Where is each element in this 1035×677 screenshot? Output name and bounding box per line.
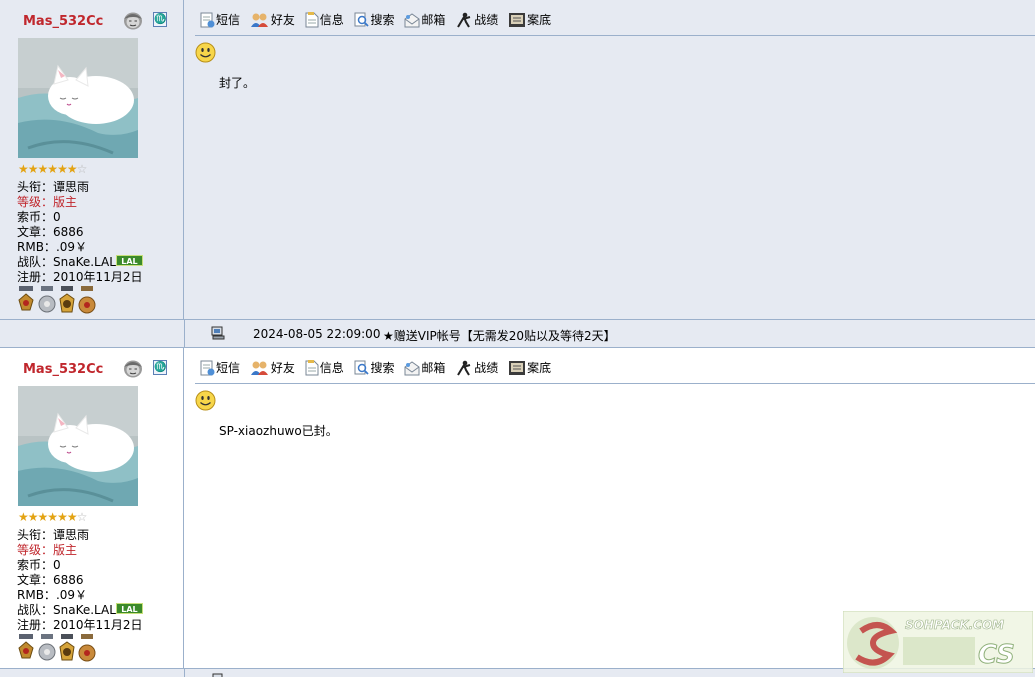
info-button[interactable]: 信息 <box>305 11 344 29</box>
friends-icon <box>250 13 268 27</box>
title-row: 头衔：谭思雨 <box>17 528 90 542</box>
star-icon: ★ <box>47 510 58 524</box>
registered-row: 注册：2010年11月2日 <box>17 270 143 284</box>
toolbar-divider <box>195 383 1035 384</box>
rmb-row: RMB：.09￥ <box>17 588 88 602</box>
star-icon: ★ <box>57 162 68 176</box>
smiley-icon <box>195 42 216 63</box>
medals-icon <box>18 286 96 314</box>
star-empty-icon: ☆ <box>76 162 88 176</box>
username-link[interactable]: Mas_532Cc <box>23 362 103 377</box>
medals-icon <box>18 634 96 662</box>
level-row: 等级：版主 <box>17 195 78 209</box>
archive-icon <box>509 361 526 375</box>
vip-promo-link[interactable]: ★赠送VIP帐号【无需发20贴以及等待2天】 <box>383 327 616 344</box>
star-icon: ★ <box>27 510 39 524</box>
info-button[interactable]: 信息 <box>305 359 344 377</box>
record-button[interactable]: 战绩 <box>455 11 498 29</box>
smiley-icon <box>195 390 216 411</box>
mail-icon <box>404 13 420 28</box>
friends-icon <box>250 361 268 375</box>
posts-count-row: 文章：6886 <box>17 225 84 239</box>
soldier-icon <box>457 360 471 376</box>
author-info: 头衔：谭思雨 等级：版主 索币：0 文章：6886 RMB：.09￥ 战队：Sn… <box>17 180 143 285</box>
svg-text:SOHPACK.COM: SOHPACK.COM <box>905 618 1004 632</box>
rank-stars: ★★★★★★☆ <box>18 162 88 176</box>
online-status-face-icon <box>124 12 142 30</box>
archive-icon <box>509 13 526 27</box>
svg-text:CS: CS <box>978 640 1015 670</box>
author-info: 头衔：谭思雨 等级：版主 索币：0 文章：6886 RMB：.09￥ 战队：Sn… <box>17 528 143 633</box>
username-link[interactable]: Mas_532Cc <box>23 14 103 29</box>
search-button[interactable]: 搜索 <box>354 359 395 377</box>
sms-icon <box>200 360 215 376</box>
coins-row: 索币：0 <box>17 210 61 224</box>
team-row: 战队：SnaKe.LAL LAL <box>17 603 143 618</box>
star-empty-icon: ☆ <box>76 510 88 524</box>
post-message: 封了。 <box>219 76 256 90</box>
post-date: 2024-08-05 22:09:00 <box>253 327 381 341</box>
title-row: 头衔：谭思雨 <box>17 180 90 194</box>
computer-icon <box>211 326 225 340</box>
rmb-row: RMB：.09￥ <box>17 240 88 254</box>
star-icon: ★ <box>18 162 29 176</box>
sohpack-cs-logo: SOHPACK.COM CS <box>843 611 1033 673</box>
add-friend-button[interactable]: 好友 <box>250 359 295 377</box>
rank-stars: ★★★★★★☆ <box>18 510 88 524</box>
computer-icon <box>212 673 223 677</box>
sms-button[interactable]: 短信 <box>199 359 240 377</box>
registered-row: 注册：2010年11月2日 <box>17 618 143 632</box>
avatar[interactable] <box>18 386 138 506</box>
mail-icon <box>404 361 420 376</box>
star-icon: ★ <box>18 510 29 524</box>
footer-divider <box>184 320 185 347</box>
online-status-face-icon <box>124 360 142 378</box>
post-1: Mas_532Cc ♏ ★★★★★★☆ 头衔：谭思雨 等级：版主 索币：0 文章… <box>0 0 1035 319</box>
archive-button[interactable]: 案底 <box>508 11 551 29</box>
mail-button[interactable]: 邮箱 <box>404 359 445 377</box>
search-icon <box>354 12 369 27</box>
avatar[interactable] <box>18 38 138 158</box>
level-row: 等级：版主 <box>17 543 78 557</box>
team-row: 战队：SnaKe.LAL LAL <box>17 255 143 270</box>
search-button[interactable]: 搜索 <box>354 11 395 29</box>
author-sidebar: Mas_532Cc ♏ ★★★★★★☆ 头衔：谭思雨 等级：版主 索币：0 文章… <box>0 348 184 668</box>
author-sidebar: Mas_532Cc ♏ ★★★★★★☆ 头衔：谭思雨 等级：版主 索币：0 文章… <box>0 0 184 319</box>
star-icon: ★ <box>66 510 78 524</box>
scorpio-zodiac-icon: ♏ <box>153 360 167 375</box>
post-message: SP-xiaozhuwo已封。 <box>219 424 338 438</box>
team-badge-icon: LAL <box>115 603 143 614</box>
team-badge-icon: LAL <box>115 255 143 266</box>
user-toolbar: 短信 好友 信息 搜索 邮箱 战绩 案底 <box>199 11 557 31</box>
scorpio-zodiac-icon: ♏ <box>153 12 167 27</box>
post-footer: 2024-08-05 22:09:00 ★赠送VIP帐号【无需发20贴以及等待2… <box>0 319 1035 348</box>
coins-row: 索币：0 <box>17 558 61 572</box>
mail-button[interactable]: 邮箱 <box>404 11 445 29</box>
soldier-icon <box>457 12 471 28</box>
star-icon: ★ <box>57 510 68 524</box>
archive-button[interactable]: 案底 <box>508 359 551 377</box>
user-toolbar: 短信 好友 信息 搜索 邮箱 战绩 案底 <box>199 359 557 379</box>
toolbar-divider <box>195 35 1035 36</box>
document-icon <box>305 360 319 376</box>
record-button[interactable]: 战绩 <box>455 359 498 377</box>
search-icon <box>354 360 369 375</box>
star-icon: ★ <box>27 162 39 176</box>
star-icon: ★ <box>66 162 78 176</box>
sms-icon <box>200 12 215 28</box>
star-icon: ★ <box>47 162 58 176</box>
star-icon: ★ <box>37 162 49 176</box>
posts-count-row: 文章：6886 <box>17 573 84 587</box>
footer-divider <box>184 669 185 677</box>
star-icon: ★ <box>37 510 49 524</box>
sms-button[interactable]: 短信 <box>199 11 240 29</box>
add-friend-button[interactable]: 好友 <box>250 11 295 29</box>
post-content: 短信 好友 信息 搜索 邮箱 战绩 案底 封了。 <box>185 0 1035 319</box>
document-icon <box>305 12 319 28</box>
